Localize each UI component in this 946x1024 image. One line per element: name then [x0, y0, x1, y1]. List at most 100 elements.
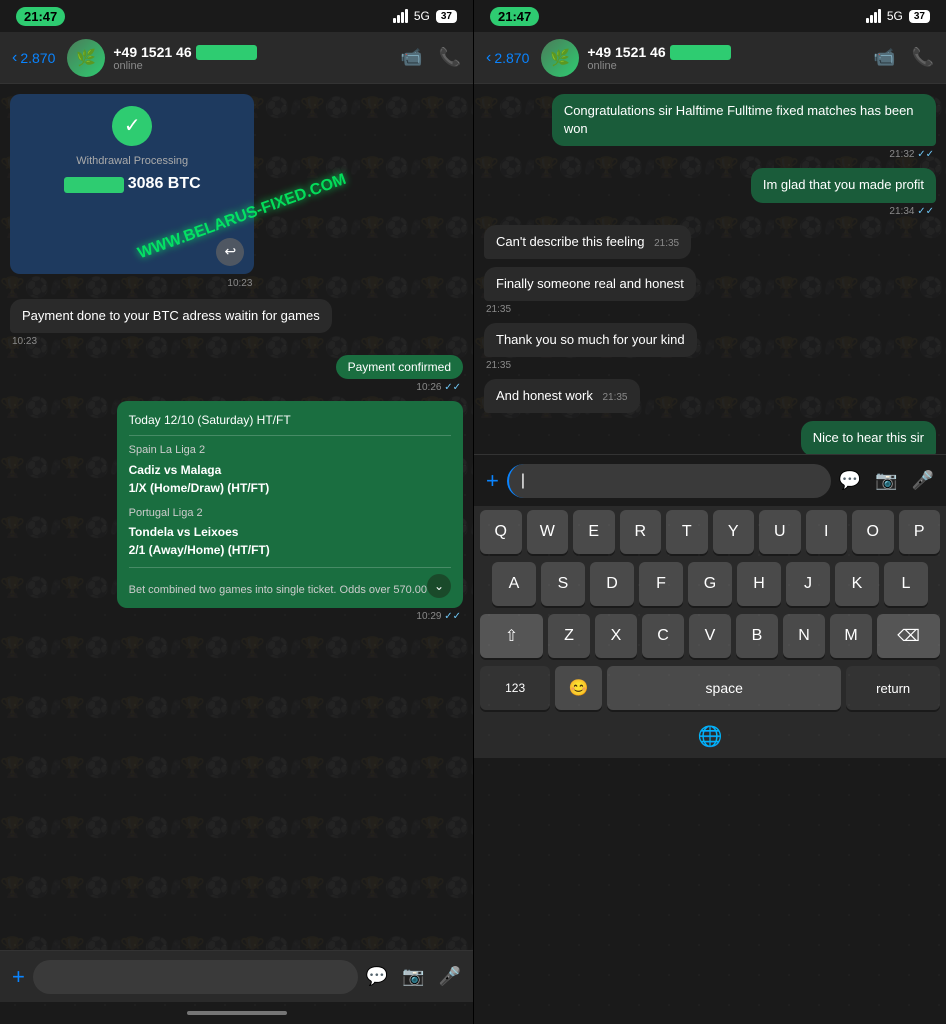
payment-confirmed-text: Payment confirmed — [348, 360, 451, 374]
forward-button[interactable]: ↩ — [216, 238, 244, 266]
expand-icon[interactable]: ⌄ — [427, 574, 451, 598]
key-A[interactable]: A — [492, 562, 536, 606]
key-D[interactable]: D — [590, 562, 634, 606]
glad-ticks: ✓✓ — [917, 206, 934, 217]
right-avatar-img: 🌿 — [541, 39, 579, 77]
keyboard-row-3: ⇧ Z X C V B N M ⌫ — [474, 610, 946, 662]
right-battery: 37 — [909, 10, 930, 23]
left-message-input[interactable] — [33, 960, 358, 994]
left-avatar-img: 🌿 — [67, 39, 105, 77]
key-I[interactable]: I — [806, 510, 848, 554]
key-H[interactable]: H — [737, 562, 781, 606]
key-J[interactable]: J — [786, 562, 830, 606]
cant-describe-text: Can't describe this feeling — [496, 234, 644, 249]
cant-describe-time: 21:35 — [654, 238, 679, 249]
finally-bubble: Finally someone real and honest — [484, 267, 696, 301]
left-plus-button[interactable]: + — [12, 964, 25, 990]
left-camera-icon[interactable]: 📷 — [402, 966, 424, 987]
key-R[interactable]: R — [620, 510, 662, 554]
match2-name: Tondela vs Leixoes — [129, 523, 451, 541]
key-P[interactable]: P — [899, 510, 941, 554]
right-status-right: 5G 37 — [866, 9, 930, 23]
cant-describe-msg: Can't describe this feeling 21:35 — [484, 225, 936, 259]
left-sticker-icon[interactable]: 💬 — [366, 966, 388, 987]
glad-text: Im glad that you made profit — [763, 177, 924, 192]
key-F[interactable]: F — [639, 562, 683, 606]
key-T[interactable]: T — [666, 510, 708, 554]
delete-key[interactable]: ⌫ — [877, 614, 940, 658]
left-chat-area[interactable]: ✓ Withdrawal Processing 3086 BTC WWW.BEL… — [0, 84, 473, 950]
left-mic-icon[interactable]: 🎤 — [439, 966, 461, 987]
league1: Spain La Liga 2 — [129, 442, 451, 459]
thankyou-time: 21:35 — [484, 360, 513, 371]
bar3 — [401, 12, 404, 23]
right-plus-button[interactable]: + — [486, 468, 499, 494]
key-L[interactable]: L — [884, 562, 928, 606]
left-contact-info: +49 1521 46 online — [113, 44, 400, 72]
key-U[interactable]: U — [759, 510, 801, 554]
num-key[interactable]: 123 — [480, 666, 550, 710]
match2-odds: 2/1 (Away/Home) (HT/FT) — [129, 541, 451, 559]
left-header-icons: 📹 📞 — [400, 47, 461, 68]
key-O[interactable]: O — [852, 510, 894, 554]
congrats-ticks: ✓✓ — [917, 149, 934, 160]
cursor-blink: | — [521, 472, 525, 490]
payment-done-time: 10:23 — [10, 336, 39, 347]
left-back-arrow: ‹ — [12, 49, 17, 67]
key-E[interactable]: E — [573, 510, 615, 554]
right-contact-info: +49 1521 46 online — [587, 44, 873, 72]
glad-time: 21:34 ✓✓ — [887, 206, 936, 217]
key-Y[interactable]: Y — [713, 510, 755, 554]
right-sticker-icon[interactable]: 💬 — [839, 470, 861, 491]
space-key[interactable]: space — [607, 666, 841, 710]
left-call-icon[interactable]: 📞 — [439, 47, 461, 68]
right-camera-icon[interactable]: 📷 — [875, 470, 897, 491]
right-message-input-container[interactable]: | — [507, 464, 831, 498]
key-B[interactable]: B — [736, 614, 778, 658]
left-video-icon[interactable]: 📹 — [400, 47, 422, 68]
key-W[interactable]: W — [527, 510, 569, 554]
league2: Portugal Liga 2 — [129, 505, 451, 522]
left-time: 21:47 — [16, 7, 65, 26]
left-panel: 21:47 5G 37 ‹ 2.870 🌿 +49 1521 46 — [0, 0, 473, 1024]
congrats-msg: Congratulations sir Halftime Fulltime fi… — [484, 94, 936, 160]
key-Q[interactable]: Q — [480, 510, 522, 554]
right-video-icon[interactable]: 📹 — [873, 47, 895, 68]
emoji-key[interactable]: 😊 — [555, 666, 602, 710]
right-call-icon[interactable]: 📞 — [912, 47, 934, 68]
match-title: Today 12/10 (Saturday) HT/FT — [129, 411, 451, 429]
key-N[interactable]: N — [783, 614, 825, 658]
right-back-count: 2.870 — [494, 50, 529, 66]
right-chat-area[interactable]: Congratulations sir Halftime Fulltime fi… — [474, 84, 946, 454]
shift-key[interactable]: ⇧ — [480, 614, 543, 658]
key-G[interactable]: G — [688, 562, 732, 606]
payment-done-bubble: Payment done to your BTC adress waitin f… — [10, 299, 332, 333]
left-network: 5G — [414, 9, 430, 23]
key-V[interactable]: V — [689, 614, 731, 658]
divider2 — [129, 567, 451, 568]
key-X[interactable]: X — [595, 614, 637, 658]
withdrawal-checkmark: ✓ — [112, 106, 152, 146]
right-back-button[interactable]: ‹ 2.870 — [486, 49, 529, 67]
return-key[interactable]: return — [846, 666, 940, 710]
key-K[interactable]: K — [835, 562, 879, 606]
left-name-blur — [196, 45, 258, 60]
key-Z[interactable]: Z — [548, 614, 590, 658]
rbar3 — [874, 12, 877, 23]
payment-confirmed-time: 10:26 ✓✓ — [414, 382, 463, 393]
finally-msg: Finally someone real and honest 21:35 — [484, 267, 936, 315]
rbar2 — [870, 15, 873, 23]
left-back-button[interactable]: ‹ 2.870 — [12, 49, 55, 67]
match1-name: Cadiz vs Malaga — [129, 461, 451, 479]
key-C[interactable]: C — [642, 614, 684, 658]
match-info-bubble: Today 12/10 (Saturday) HT/FT Spain La Li… — [117, 401, 463, 608]
left-input-icons: 💬 📷 🎤 — [366, 966, 461, 987]
globe-icon[interactable]: 🌐 — [698, 724, 723, 749]
bar1 — [393, 18, 396, 23]
key-S[interactable]: S — [541, 562, 585, 606]
keyboard: Q W E R T Y U I O P A S D F G H J K L ⇧ … — [474, 506, 946, 758]
payment-confirmed-msg: Payment confirmed 10:26 ✓✓ — [10, 355, 463, 393]
key-M[interactable]: M — [830, 614, 872, 658]
right-mic-icon[interactable]: 🎤 — [912, 470, 934, 491]
thankyou-msg: Thank you so much for your kind 21:35 — [484, 323, 936, 371]
